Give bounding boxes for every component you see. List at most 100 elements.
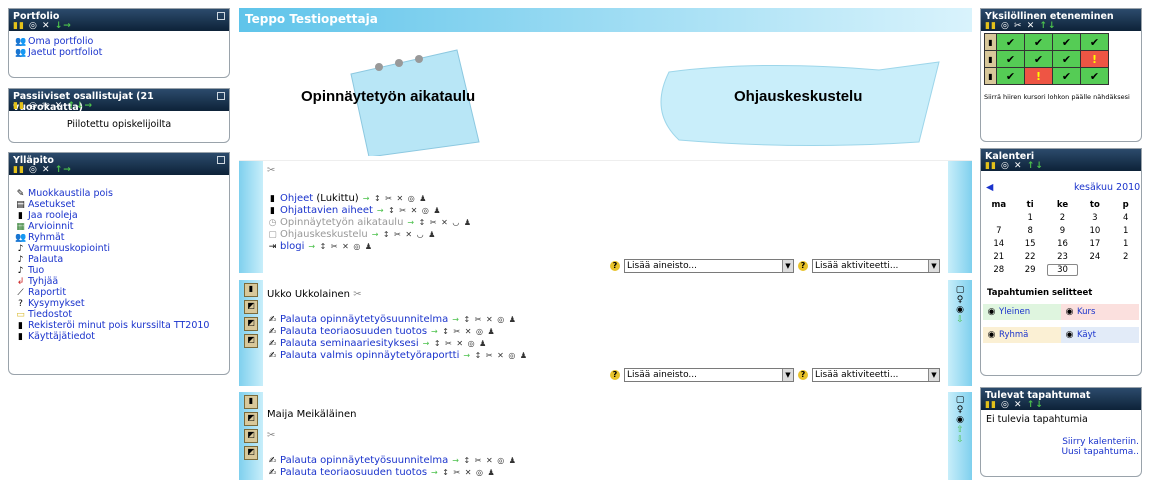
help-icon[interactable]: ? <box>798 261 808 271</box>
admin-link-reports[interactable]: Raportit <box>28 287 66 298</box>
activity-edit-icons[interactable]: → ↕ ✂ ✕ ◎ ♟ <box>423 339 488 348</box>
progress-complete-cell[interactable]: ✔ <box>996 33 1025 51</box>
admin-link-edit-mode[interactable]: Muokkaustila pois <box>28 188 113 199</box>
group-icon[interactable]: ◩ <box>244 317 258 331</box>
calendar-day[interactable]: 17 <box>1089 239 1100 249</box>
calendar-day[interactable]: 15 <box>1025 239 1036 249</box>
admin-link-backup[interactable]: Varmuuskopiointi <box>28 243 110 254</box>
calendar-day[interactable]: 24 <box>1089 252 1100 262</box>
highlight-icon[interactable]: ♀ <box>948 295 972 305</box>
progress-complete-cell[interactable]: ✔ <box>1080 33 1109 51</box>
calendar-day[interactable]: 1 <box>1123 239 1128 249</box>
edit-icons[interactable]: ▮▮ ◎ ✕ ↓→ <box>13 21 72 31</box>
activity-edit-icons[interactable]: → ↕ ✂ ✕ ◎ ♟ <box>452 315 517 324</box>
activity-link[interactable]: Palauta teoriaosuuden tuotos <box>280 326 427 337</box>
calendar-day[interactable]: 2 <box>1060 213 1065 223</box>
calendar-month[interactable]: kesäkuu 2010 <box>1074 182 1140 193</box>
calendar-day[interactable]: 23 <box>1057 252 1068 262</box>
activity-edit-icons[interactable]: → ↕ ✂ ✕ ◎ ♟ <box>377 206 442 215</box>
banner-schedule[interactable]: Opinnäytetyön aikataulu <box>301 88 475 105</box>
activity-link[interactable]: Palauta teoriaosuuden tuotos <box>280 467 427 478</box>
admin-link-groups[interactable]: Ryhmät <box>28 232 65 243</box>
progress-warning-cell[interactable]: ! <box>1024 67 1053 85</box>
activity-link[interactable]: Palauta opinnäytetyösuunnitelma <box>280 455 448 466</box>
collapse-icon[interactable]: ▢ <box>948 395 972 405</box>
edit-icons[interactable]: ▮▮ ◎ ✕ ↑↓ <box>985 400 1044 410</box>
help-icon[interactable]: ? <box>610 370 620 380</box>
activity-edit-icons[interactable]: → ↕ ✂ ✕ ◎ ♟ <box>308 242 373 251</box>
admin-link-settings[interactable]: Asetukset <box>28 199 75 210</box>
admin-link-profile[interactable]: Käyttäjätiedot <box>28 331 95 342</box>
admin-link-questions[interactable]: Kysymykset <box>28 298 85 309</box>
student-icon[interactable]: ▮ <box>984 67 997 85</box>
hide-block-icon[interactable] <box>217 92 225 100</box>
activity-link[interactable]: blogi <box>280 241 304 252</box>
progress-complete-cell[interactable]: ✔ <box>996 67 1025 85</box>
calendar-day[interactable]: 4 <box>1123 213 1128 223</box>
group-icon[interactable]: ◩ <box>244 446 258 460</box>
activity-link[interactable]: Palauta opinnäytetyösuunnitelma <box>280 314 448 325</box>
admin-link-reset[interactable]: Tyhjää <box>28 276 58 287</box>
progress-complete-cell[interactable]: ✔ <box>996 50 1025 68</box>
progress-complete-cell[interactable]: ✔ <box>1024 33 1053 51</box>
activity-edit-icons[interactable]: → ↕ ✂ ✕ ◎ ♟ <box>431 327 496 336</box>
legend-user[interactable]: Käyt <box>1077 330 1096 340</box>
activity-edit-icons[interactable]: → ↕ ✂ ✕ ◎ ♟ <box>363 194 428 203</box>
edit-icons[interactable]: ▮▮ ◎ ✂ ✕ ↑↓ <box>985 21 1056 31</box>
edit-summary-icon[interactable]: ✂ <box>267 165 944 177</box>
calendar-day[interactable]: 7 <box>996 226 1001 236</box>
add-activity-select[interactable]: Lisää aktiviteetti... ▼ <box>812 368 940 382</box>
hide-block-icon[interactable] <box>217 12 225 20</box>
banner-discussion[interactable]: Ohjauskeskustelu <box>734 88 862 105</box>
highlight-icon[interactable]: ♀ <box>948 405 972 415</box>
calendar-day[interactable]: 22 <box>1025 252 1036 262</box>
move-down-icon[interactable]: ⇩ <box>948 315 972 325</box>
group-icon[interactable]: ◩ <box>244 429 258 443</box>
group-icon[interactable]: ◩ <box>244 300 258 314</box>
visibility-icon[interactable]: ◉ <box>948 305 972 315</box>
legend-group[interactable]: Ryhmä <box>999 330 1028 340</box>
progress-complete-cell[interactable]: ✔ <box>1052 50 1081 68</box>
activity-edit-icons[interactable]: → ↕ ✂ ✕ ◡ ♟ <box>407 218 472 227</box>
edit-icons[interactable]: ▮▮ ◎ ✂ ✕ ↑↓→ <box>13 101 93 111</box>
add-activity-select[interactable]: Lisää aktiviteetti... ▼ <box>812 259 940 273</box>
calendar-day[interactable]: 21 <box>993 252 1004 262</box>
activity-link[interactable]: Ohjauskeskustelu <box>280 229 368 240</box>
calendar-day[interactable]: 30 <box>1047 263 1078 276</box>
calendar-day[interactable]: 3 <box>1092 213 1097 223</box>
calendar-day[interactable]: 1 <box>1027 213 1032 223</box>
edit-summary-icon[interactable]: ✂ <box>353 289 361 300</box>
activity-link[interactable]: Ohjeet <box>280 193 313 204</box>
edit-summary-icon[interactable]: ✂ <box>267 430 944 441</box>
activity-edit-icons[interactable]: → ↕ ✂ ✕ ◎ ♟ <box>452 456 517 465</box>
admin-link-roles[interactable]: Jaa rooleja <box>28 210 78 221</box>
activity-edit-icons[interactable]: → ↕ ✂ ✕ ◡ ♟ <box>372 230 437 239</box>
calendar-day[interactable]: 9 <box>1060 226 1065 236</box>
activity-link[interactable]: Palauta seminaariesityksesi <box>280 338 419 349</box>
hide-block-icon[interactable] <box>217 156 225 164</box>
edit-icons[interactable]: ▮▮ ◎ ✕ ↑↓ <box>985 161 1044 171</box>
calendar-day[interactable]: 10 <box>1089 226 1100 236</box>
admin-link-import[interactable]: Tuo <box>28 265 44 276</box>
activity-edit-icons[interactable]: → ↕ ✂ ✕ ◎ ♟ <box>463 351 528 360</box>
add-resource-select[interactable]: Lisää aineisto... ▼ <box>624 368 794 382</box>
group-icon[interactable]: ◩ <box>244 334 258 348</box>
calendar-day[interactable]: 8 <box>1027 226 1032 236</box>
progress-complete-cell[interactable]: ✔ <box>1052 67 1081 85</box>
new-event-link[interactable]: Uusi tapahtuma.. <box>1061 447 1139 457</box>
help-icon[interactable]: ? <box>610 261 620 271</box>
calendar-day[interactable]: 16 <box>1057 239 1068 249</box>
admin-link-unenrol[interactable]: Rekisteröi minut pois kurssilta TT2010 <box>28 320 209 331</box>
prev-month-icon[interactable]: ◀ <box>986 182 993 193</box>
progress-warning-cell[interactable]: ! <box>1080 50 1109 68</box>
progress-complete-cell[interactable]: ✔ <box>1024 50 1053 68</box>
admin-link-files[interactable]: Tiedostot <box>28 309 72 320</box>
activity-edit-icons[interactable]: → ↕ ✂ ✕ ◎ ♟ <box>431 468 496 477</box>
shared-portfolio-link[interactable]: Jaetut portfoliot <box>28 47 102 58</box>
portfolio-link[interactable]: Oma portfolio <box>28 36 93 47</box>
add-resource-select[interactable]: Lisää aineisto... ▼ <box>624 259 794 273</box>
activity-link[interactable]: Palauta valmis opinnäytetyöraportti <box>280 350 459 361</box>
activity-link[interactable]: Ohjattavien aiheet <box>280 205 373 216</box>
student-icon[interactable]: ▮ <box>984 33 997 51</box>
edit-icons[interactable]: ▮▮ ◎ ✕ ↑→ <box>13 165 72 175</box>
